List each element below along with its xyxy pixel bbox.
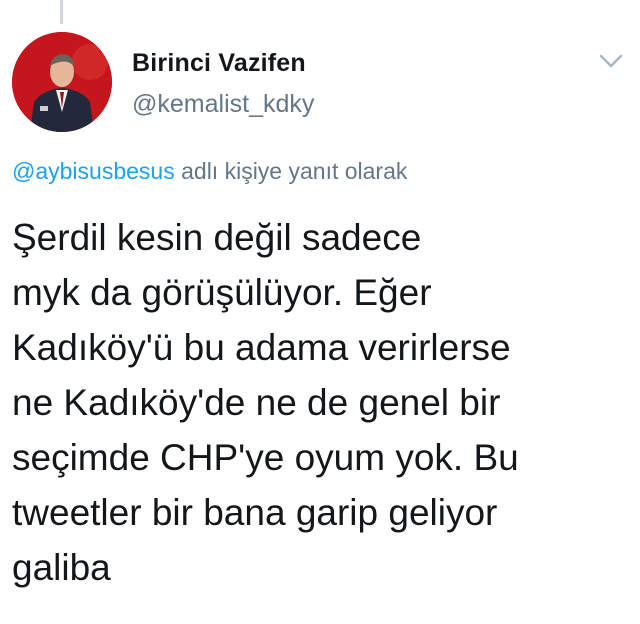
tweet-text-line: myk da görüşülüyor. Eğer [12,272,432,313]
tweet-text-line: galiba [12,547,111,588]
tweet-text-line: Şerdil kesin değil sadece [12,217,422,258]
thread-connector-line [60,0,63,24]
reply-context: @aybisusbesus adlı kişiye yanıt olarak [12,158,407,185]
tweet-text-line: ne Kadıköy'de ne de genel bir [12,382,501,423]
tweet-text-line: Kadıköy'ü bu adama verirlerse [12,327,511,368]
profile-photo-icon [12,32,112,132]
tweet-text: Şerdil kesin değil sadece myk da görüşül… [12,210,632,595]
tweet-text-line: seçimde CHP'ye oyum yok. Bu [12,437,519,478]
avatar[interactable] [12,32,112,132]
reply-mention-link[interactable]: @aybisusbesus [12,158,175,184]
reply-suffix: adlı kişiye yanıt olarak [181,158,408,184]
author-display-name[interactable]: Birinci Vazifen [132,49,306,78]
chevron-down-icon[interactable] [598,52,624,70]
tweet-header: Birinci Vazifen @kemalist_kdky [12,32,628,134]
author-handle[interactable]: @kemalist_kdky [132,90,314,119]
tweet-text-line: tweetler bir bana garip geliyor [12,492,498,533]
